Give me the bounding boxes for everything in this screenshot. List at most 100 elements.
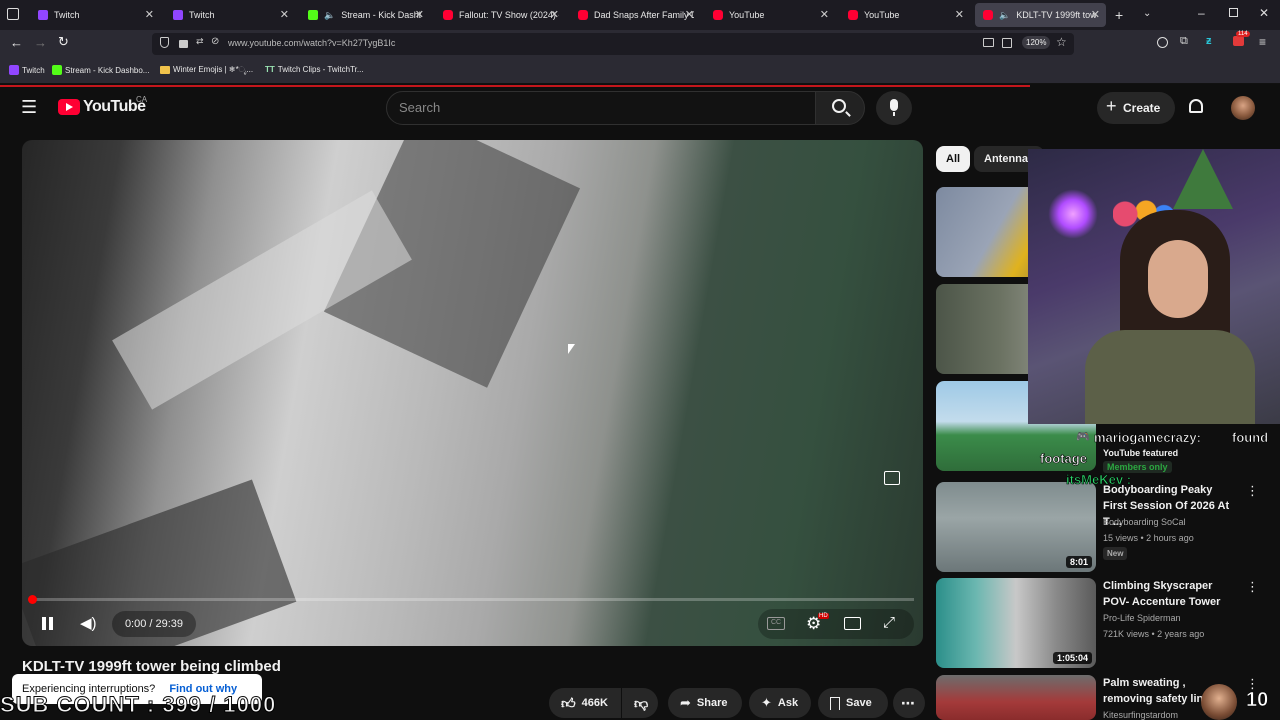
close-tab-icon[interactable]: ✕ — [550, 8, 559, 21]
close-tab-icon[interactable]: ✕ — [820, 8, 829, 21]
tracking-off-icon[interactable]: ⊘ — [211, 36, 219, 47]
browser-tab[interactable]: Twitch ✕ — [165, 3, 295, 27]
browser-tab[interactable]: YouTube ✕ — [840, 3, 970, 27]
save-button[interactable]: Save — [818, 688, 888, 718]
browser-tab[interactable]: Dad Snaps After Family Dis ✕ — [570, 3, 700, 27]
volume-icon[interactable]: ◀) — [80, 614, 97, 632]
tab-label: Twitch — [54, 10, 80, 20]
bookmark-star-icon[interactable]: ☆ — [1056, 35, 1067, 49]
browser-tab[interactable]: Fallout: TV Show (2024) - Ti✕ — [435, 3, 565, 27]
video-thumbnail[interactable]: 1:05:04 — [936, 578, 1096, 668]
channel-name[interactable]: Pro-Life Spiderman — [1103, 613, 1181, 623]
video-meta: 721K views • 2 years ago — [1103, 629, 1205, 639]
sweater — [1085, 330, 1255, 424]
guide-menu-icon[interactable]: ☰ — [21, 97, 37, 118]
twitchtracker-icon: TT — [265, 65, 275, 74]
speaker-icon[interactable]: 🔈 — [324, 10, 335, 21]
reader-view-icon[interactable] — [1002, 38, 1012, 48]
miniplayer-icon[interactable] — [884, 471, 900, 485]
browser-tab-active[interactable]: 🔈 KDLT-TV 1999ft tower ✕ — [975, 3, 1106, 27]
pause-icon[interactable] — [42, 617, 46, 630]
thumbs-up-icon: 👍︎ — [561, 694, 576, 711]
video-thumbnail[interactable] — [936, 675, 1096, 720]
restore-window-icon[interactable] — [1229, 8, 1238, 17]
save-bookmark-icon — [830, 696, 840, 710]
search-input[interactable] — [386, 91, 816, 125]
close-tab-icon[interactable]: ✕ — [145, 8, 154, 21]
close-tab-icon[interactable]: ✕ — [280, 8, 289, 21]
bookmark-label: Stream - Kick Dashbo... — [65, 65, 150, 75]
channel-name[interactable]: Bodyboarding SoCal — [1103, 517, 1186, 527]
notifications-bell-icon[interactable] — [1189, 99, 1203, 113]
more-actions-button[interactable]: ⋯ — [893, 688, 925, 718]
channel-name[interactable]: Kitesurfingstardom — [1103, 710, 1178, 720]
progress-scrubber[interactable] — [28, 595, 37, 604]
close-tab-icon[interactable]: ✕ — [955, 8, 964, 21]
create-label: Create — [1123, 101, 1161, 115]
video-title-link[interactable]: Climbing Skyscraper POV- Accenture Tower — [1103, 578, 1238, 610]
tab-overflow-chevron-icon[interactable]: ⌄ — [1143, 8, 1151, 19]
video-thumbnail[interactable]: 8:01 — [936, 482, 1096, 572]
more-vertical-icon[interactable]: ⋮ — [1246, 579, 1259, 595]
thumbs-down-icon: 👎︎ — [634, 694, 649, 711]
chip-all[interactable]: All — [936, 146, 971, 172]
close-tab-icon[interactable]: ✕ — [685, 8, 694, 21]
search-placeholder: Search — [399, 100, 441, 115]
bookmark-item[interactable]: Stream - Kick Dashbo... — [52, 65, 149, 75]
bookmark-item[interactable]: Twitch — [9, 65, 45, 75]
fullscreen-icon[interactable]: ⤢ — [883, 614, 895, 631]
chip-label: All — [946, 153, 961, 165]
progress-bar[interactable] — [32, 598, 914, 601]
extensions-puzzle-icon[interactable]: ⧉ — [1180, 35, 1188, 48]
ask-button[interactable]: ✦ Ask — [749, 688, 811, 718]
share-icon: ➦ — [680, 695, 691, 710]
search-icon — [832, 99, 846, 113]
more-vertical-icon[interactable]: ⋮ — [1246, 483, 1259, 499]
bookmark-item[interactable]: TT Twitch Clips - TwitchTr... — [265, 65, 364, 74]
dislike-button[interactable]: 👎︎ — [622, 688, 658, 718]
captions-icon[interactable]: CC — [767, 617, 785, 630]
extension-badge: 114 — [1236, 31, 1250, 37]
plus-icon: + — [1106, 96, 1117, 116]
chat-message: footage — [1040, 451, 1088, 467]
reload-icon[interactable]: ↻ — [58, 34, 69, 50]
hd-badge: HD — [818, 613, 829, 619]
twitch-favicon-icon — [9, 65, 19, 75]
time-text: 0:00 / 29:39 — [124, 618, 184, 630]
lock-icon[interactable] — [179, 40, 188, 48]
close-tab-icon[interactable]: ✕ — [415, 8, 424, 21]
browser-tab[interactable]: YouTube ✕ — [705, 3, 835, 27]
extension-icon[interactable] — [1233, 36, 1244, 46]
theater-mode-icon[interactable] — [844, 617, 861, 630]
tab-list-icon[interactable] — [7, 8, 19, 20]
avatar[interactable] — [1231, 96, 1255, 120]
share-button[interactable]: ➦ Share — [668, 688, 742, 718]
browser-tab[interactable]: 🔈 Stream - Kick Dashboa✕ — [300, 3, 430, 27]
shield-icon[interactable] — [160, 37, 169, 48]
video-player[interactable] — [22, 140, 923, 646]
close-window-icon[interactable]: ✕ — [1259, 6, 1269, 20]
ask-label: Ask — [777, 697, 799, 709]
like-button[interactable]: 👍︎ 466K — [549, 688, 621, 718]
chat-username: itsMeKev : — [1066, 472, 1132, 488]
account-icon[interactable] — [1157, 37, 1168, 48]
browser-tab[interactable]: Twitch ✕ — [30, 3, 160, 27]
menu-hamburger-icon[interactable]: ≡ — [1259, 35, 1266, 49]
permissions-icon[interactable]: ⇄ — [196, 36, 204, 47]
forward-arrow-icon[interactable]: → — [34, 35, 47, 50]
bookmark-item[interactable]: Winter Emojis | ❄︎*ೃ... — [160, 65, 253, 75]
youtube-featured-label: YouTube featured — [1103, 448, 1179, 458]
close-tab-icon[interactable]: ✕ — [1091, 8, 1100, 21]
mouse-cursor-icon — [568, 344, 575, 354]
video-duration: 1:05:04 — [1052, 652, 1092, 664]
minimize-window-icon[interactable]: – — [1198, 6, 1205, 20]
picture-in-picture-icon[interactable] — [983, 38, 994, 47]
youtube-logo[interactable]: YouTube — [58, 98, 146, 116]
extension-icon[interactable]: ƶ — [1206, 35, 1212, 47]
url-text[interactable]: www.youtube.com/watch?v=Kh27TygB1Ic — [228, 38, 395, 48]
new-tab-icon[interactable]: + — [1115, 7, 1123, 23]
zoom-level[interactable]: 120% — [1022, 36, 1051, 49]
tab-label: Stream - Kick Dashboa — [341, 10, 421, 20]
back-arrow-icon[interactable]: ← — [10, 35, 23, 50]
speaker-icon[interactable]: 🔈 — [999, 10, 1010, 21]
